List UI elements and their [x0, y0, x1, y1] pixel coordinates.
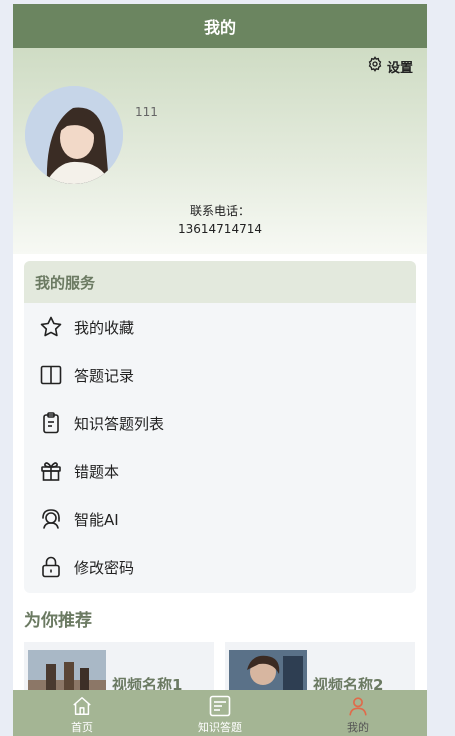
- service-label: 我的收藏: [74, 318, 135, 337]
- tab-home[interactable]: 首页: [13, 690, 151, 736]
- service-item-quiz-list[interactable]: 知识答题列表: [24, 399, 416, 447]
- star-icon: [38, 314, 64, 340]
- user-icon: [347, 693, 369, 719]
- service-item-wrong-book[interactable]: 错题本: [24, 447, 416, 495]
- service-item-answer-records[interactable]: 答题记录: [24, 351, 416, 399]
- profile-header: 设置 111 联系电话： 13614714714: [13, 48, 427, 254]
- tab-bar: 首页 知识答题 我的: [13, 690, 427, 736]
- service-label: 答题记录: [74, 366, 135, 385]
- tab-quiz[interactable]: 知识答题: [151, 690, 289, 736]
- settings-label: 设置: [386, 60, 413, 76]
- service-label: 智能AI: [74, 510, 119, 529]
- lock-icon: [38, 554, 64, 580]
- page-title: 我的: [203, 18, 236, 37]
- phone-screen: 我的 设置 111 联系电话： 13614714714 我的服务 我的收藏 答题…: [13, 4, 427, 736]
- clipboard-icon: [38, 410, 64, 436]
- service-label: 修改密码: [74, 558, 135, 577]
- tab-label: 我的: [347, 721, 369, 734]
- settings-button[interactable]: 设置: [367, 56, 413, 76]
- tab-label: 知识答题: [198, 721, 242, 734]
- home-icon: [71, 693, 93, 719]
- phone-number: 13614714714: [178, 222, 262, 236]
- service-item-change-password[interactable]: 修改密码: [24, 543, 416, 591]
- tab-mine[interactable]: 我的: [289, 690, 427, 736]
- service-item-smart-ai[interactable]: 智能AI: [24, 495, 416, 543]
- quiz-icon: [208, 693, 232, 719]
- service-item-favorites[interactable]: 我的收藏: [24, 303, 416, 351]
- phone-label: 联系电话：: [189, 204, 250, 218]
- avatar[interactable]: [25, 86, 123, 184]
- username: 111: [135, 105, 158, 119]
- gear-icon: [367, 56, 383, 76]
- service-label: 知识答题列表: [74, 414, 165, 433]
- recommend-title: 为你推荐: [24, 611, 92, 631]
- services-title: 我的服务: [24, 261, 416, 303]
- tab-label: 首页: [71, 721, 93, 734]
- gift-icon: [38, 458, 64, 484]
- ai-assistant-icon: [38, 506, 64, 532]
- contact-phone: 联系电话： 13614714714: [13, 202, 427, 238]
- book-icon: [38, 362, 64, 388]
- service-label: 错题本: [74, 462, 120, 481]
- nav-bar: 我的: [13, 4, 427, 48]
- services-panel: 我的服务 我的收藏 答题记录 知识答题列表 错题本 智能AI 修改密码: [24, 261, 416, 593]
